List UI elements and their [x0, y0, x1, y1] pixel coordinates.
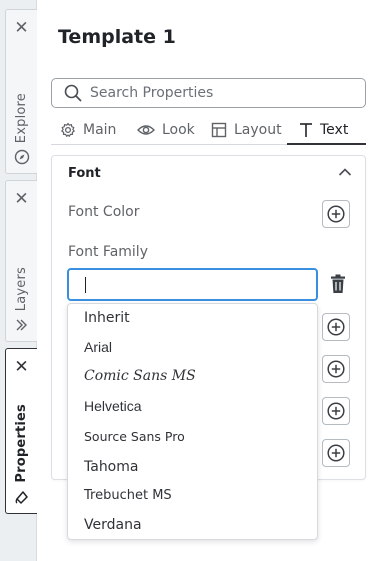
side-tab-layers[interactable]: ✕ Layers	[5, 180, 37, 342]
compass-icon	[14, 149, 29, 165]
font-family-input[interactable]	[67, 268, 318, 301]
font-option-verdana[interactable]: Verdana	[84, 517, 142, 533]
font-option-trebuchet-ms[interactable]: Trebuchet MS	[84, 488, 172, 503]
active-tab-indicator	[287, 143, 366, 145]
text-caret	[85, 277, 86, 293]
chevron-up-icon[interactable]	[337, 164, 353, 180]
font-section-title: Font	[68, 166, 101, 181]
search-icon	[64, 84, 82, 102]
close-layers-icon[interactable]: ✕	[6, 189, 37, 209]
plus-circle-icon	[327, 444, 345, 462]
font-option-inherit[interactable]: Inherit	[84, 310, 130, 326]
plus-circle-icon	[327, 205, 345, 223]
font-family-label: Font Family	[68, 244, 148, 260]
tab-look[interactable]: Look	[137, 115, 195, 145]
add-property-button[interactable]	[322, 355, 350, 383]
add-property-button[interactable]	[322, 397, 350, 425]
font-option-arial[interactable]: Arial	[84, 339, 112, 355]
paint-bucket-icon	[15, 491, 28, 504]
side-tab-strip: ✕ Explore ✕ Layers ✕ Properties	[0, 0, 37, 561]
layers-icon	[16, 319, 27, 331]
tab-text-label: Text	[320, 122, 349, 138]
tab-look-label: Look	[162, 122, 195, 138]
add-property-button[interactable]	[322, 313, 350, 341]
tab-main-label: Main	[83, 122, 117, 138]
plus-circle-icon	[327, 318, 345, 336]
tab-layout-label: Layout	[234, 122, 282, 138]
add-font-color-button[interactable]	[322, 200, 350, 228]
layout-icon	[211, 122, 227, 138]
font-option-helvetica[interactable]: Helvetica	[84, 398, 142, 414]
tab-main[interactable]: Main	[60, 115, 116, 145]
trash-icon[interactable]	[330, 274, 346, 294]
properties-panel: Template 1 Search Properties Main Look L…	[37, 0, 380, 561]
text-icon	[300, 123, 312, 137]
search-input[interactable]: Search Properties	[51, 78, 366, 108]
close-explore-icon[interactable]: ✕	[6, 18, 37, 38]
tab-layout[interactable]: Layout	[211, 115, 282, 145]
add-property-button[interactable]	[322, 439, 350, 467]
plus-circle-icon	[327, 402, 345, 420]
font-option-tahoma[interactable]: Tahoma	[84, 459, 138, 475]
panel-title: Template 1	[58, 26, 176, 48]
plus-circle-icon	[327, 360, 345, 378]
property-tabs: Main Look Layout Text	[51, 115, 366, 145]
search-placeholder: Search Properties	[90, 85, 214, 101]
close-properties-icon[interactable]: ✕	[6, 357, 37, 377]
side-tab-properties-label: Properties	[14, 404, 29, 483]
side-tab-explore[interactable]: ✕ Explore	[5, 9, 37, 174]
side-tab-properties[interactable]: ✕ Properties	[5, 348, 37, 514]
font-family-dropdown: Inherit Arial Comic Sans MS Helvetica So…	[67, 303, 318, 540]
eye-icon	[137, 125, 155, 135]
font-option-source-sans-pro[interactable]: Source Sans Pro	[84, 429, 185, 444]
gear-icon	[61, 122, 75, 137]
font-color-label: Font Color	[68, 204, 140, 220]
side-tab-layers-label: Layers	[14, 266, 29, 311]
side-tab-explore-label: Explore	[14, 92, 29, 143]
tab-text[interactable]: Text	[299, 115, 348, 145]
font-option-comic-sans-ms[interactable]: Comic Sans MS	[84, 368, 196, 384]
